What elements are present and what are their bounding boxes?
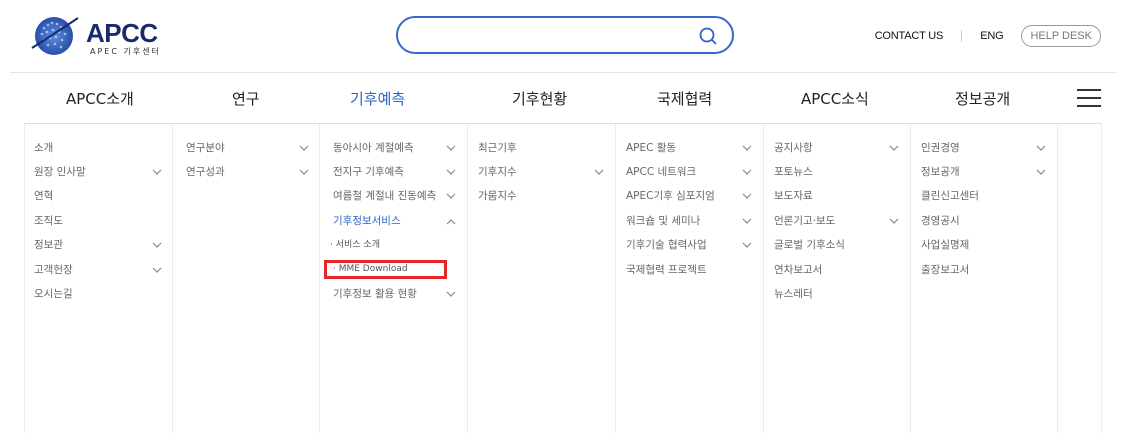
mega-menu: 소개 원장 인사말 연혁 조직도 정보관 고객헌장 오시는길 연구분야 연구성과… bbox=[24, 123, 1102, 433]
menu-item[interactable]: 포토뉴스 bbox=[774, 164, 813, 184]
nav-climate-forecast[interactable]: 기후예측 bbox=[350, 88, 405, 109]
nav-info-disclosure[interactable]: 정보공개 bbox=[955, 88, 1010, 109]
submenu-label: 서비스 소개 bbox=[335, 240, 380, 250]
menu-col-apcc-news: 공지사항 포토뉴스 보도자료 언론기고·보도 글로벌 기후소식 연차보고서 뉴스… bbox=[763, 124, 910, 433]
globe-logo-icon bbox=[31, 17, 79, 55]
menu-item[interactable]: 기후기술 협력사업 bbox=[626, 237, 707, 257]
chevron-down-icon[interactable] bbox=[1036, 169, 1046, 176]
menu-item[interactable]: 기후지수 bbox=[478, 164, 517, 184]
menu-item-climate-info-service[interactable]: 기후정보서비스 bbox=[333, 213, 401, 233]
main-nav: APCC소개 연구 기후예측 기후현황 국제협력 APCC소식 정보공개 bbox=[0, 73, 1127, 123]
menu-item[interactable]: 최근기후 bbox=[478, 140, 517, 160]
help-desk-button[interactable]: HELP DESK bbox=[1021, 25, 1101, 47]
menu-item[interactable]: 연구분야 bbox=[186, 140, 225, 160]
chevron-down-icon[interactable] bbox=[446, 169, 456, 176]
menu-item[interactable]: 정보공개 bbox=[921, 164, 960, 184]
nav-apcc-intro[interactable]: APCC소개 bbox=[66, 88, 134, 109]
menu-item[interactable]: 연구성과 bbox=[186, 164, 225, 184]
menu-item[interactable]: 워크숍 및 세미나 bbox=[626, 213, 700, 233]
header: APCC APEC 기후센터 CONTACT US ENG HELP DESK bbox=[0, 0, 1127, 72]
chevron-down-icon[interactable] bbox=[742, 218, 752, 225]
chevron-down-icon[interactable] bbox=[594, 169, 604, 176]
menu-item[interactable]: APEC기후 심포지엄 bbox=[626, 188, 715, 208]
menu-item[interactable]: 사업실명제 bbox=[921, 237, 969, 257]
utility-nav: CONTACT US ENG HELP DESK bbox=[875, 24, 1101, 48]
menu-col-empty bbox=[1057, 124, 1102, 433]
chevron-down-icon[interactable] bbox=[299, 145, 309, 152]
divider bbox=[961, 30, 963, 42]
menu-item[interactable]: 공지사항 bbox=[774, 140, 813, 160]
chevron-down-icon[interactable] bbox=[152, 267, 162, 274]
menu-item[interactable]: 인권경영 bbox=[921, 140, 960, 160]
menu-item[interactable]: 가뭄지수 bbox=[478, 188, 517, 208]
menu-item[interactable]: 연혁 bbox=[34, 188, 53, 208]
chevron-down-icon[interactable] bbox=[1036, 145, 1046, 152]
menu-col-climate-forecast: 동아시아 계절예측 전지구 기후예측 여름철 계절내 진동예측 기후정보서비스 … bbox=[319, 124, 467, 433]
nav-international[interactable]: 국제협력 bbox=[657, 88, 712, 109]
menu-item[interactable]: 언론기고·보도 bbox=[774, 213, 835, 233]
menu-item[interactable]: 연차보고서 bbox=[774, 262, 822, 282]
menu-item[interactable]: 글로벌 기후소식 bbox=[774, 237, 845, 257]
chevron-down-icon[interactable] bbox=[446, 291, 456, 298]
chevron-down-icon[interactable] bbox=[889, 145, 899, 152]
menu-item[interactable]: 출장보고서 bbox=[921, 262, 969, 282]
menu-item[interactable]: 오시는길 bbox=[34, 286, 73, 306]
menu-item[interactable]: 기후정보 활용 현황 bbox=[333, 286, 417, 306]
menu-item[interactable]: 고객헌장 bbox=[34, 262, 73, 282]
contact-us-link[interactable]: CONTACT US bbox=[875, 30, 944, 42]
menu-col-apcc-intro: 소개 원장 인사말 연혁 조직도 정보관 고객헌장 오시는길 bbox=[24, 124, 172, 433]
menu-item[interactable]: 조직도 bbox=[34, 213, 63, 233]
chevron-down-icon[interactable] bbox=[889, 218, 899, 225]
logo-brand: APCC bbox=[86, 18, 158, 48]
submenu-item-service-intro[interactable]: · 서비스 소개 bbox=[330, 237, 380, 250]
menu-item[interactable]: 소개 bbox=[34, 140, 53, 160]
menu-item[interactable]: 원장 인사말 bbox=[34, 164, 86, 184]
chevron-down-icon[interactable] bbox=[742, 145, 752, 152]
nav-climate-status[interactable]: 기후현황 bbox=[512, 88, 567, 109]
submenu-item-mme-download[interactable]: · MME Download bbox=[324, 260, 447, 279]
nav-apcc-news[interactable]: APCC소식 bbox=[801, 88, 869, 109]
menu-item[interactable]: 여름철 계절내 진동예측 bbox=[333, 188, 436, 208]
menu-item[interactable]: 정보관 bbox=[34, 237, 63, 257]
chevron-down-icon[interactable] bbox=[152, 169, 162, 176]
menu-col-climate-status: 최근기후 기후지수 가뭄지수 bbox=[467, 124, 615, 433]
chevron-up-icon[interactable] bbox=[446, 218, 456, 225]
chevron-down-icon[interactable] bbox=[742, 169, 752, 176]
menu-item[interactable]: 클린신고센터 bbox=[921, 188, 979, 208]
chevron-down-icon[interactable] bbox=[299, 169, 309, 176]
language-link[interactable]: ENG bbox=[980, 30, 1003, 42]
menu-item[interactable]: APEC 활동 bbox=[626, 140, 676, 160]
menu-item[interactable]: 국제협력 프로젝트 bbox=[626, 262, 707, 282]
menu-col-info-disclosure: 인권경영 정보공개 클린신고센터 경영공시 사업실명제 출장보고서 bbox=[910, 124, 1057, 433]
chevron-down-icon[interactable] bbox=[446, 193, 456, 200]
search-icon[interactable] bbox=[698, 26, 718, 46]
chevron-down-icon[interactable] bbox=[152, 242, 162, 249]
apcc-logo[interactable]: APCC APEC 기후센터 bbox=[30, 12, 170, 58]
chevron-down-icon[interactable] bbox=[742, 193, 752, 200]
menu-item[interactable]: 전지구 기후예측 bbox=[333, 164, 404, 184]
nav-research[interactable]: 연구 bbox=[232, 88, 260, 109]
menu-item[interactable]: 뉴스레터 bbox=[774, 286, 813, 306]
menu-col-research: 연구분야 연구성과 bbox=[172, 124, 319, 433]
search-box bbox=[396, 16, 734, 54]
menu-item[interactable]: 경영공시 bbox=[921, 213, 960, 233]
logo-subtitle: APEC 기후센터 bbox=[90, 47, 161, 56]
menu-item[interactable]: 동아시아 계절예측 bbox=[333, 140, 414, 160]
menu-icon[interactable] bbox=[1077, 89, 1101, 107]
menu-col-international: APEC 활동 APCC 네트워크 APEC기후 심포지엄 워크숍 및 세미나 … bbox=[615, 124, 763, 433]
search-input[interactable] bbox=[412, 25, 692, 45]
submenu-label: MME Download bbox=[338, 264, 408, 274]
chevron-down-icon[interactable] bbox=[742, 242, 752, 249]
chevron-down-icon[interactable] bbox=[446, 145, 456, 152]
menu-item[interactable]: 보도자료 bbox=[774, 188, 813, 208]
menu-item[interactable]: APCC 네트워크 bbox=[626, 164, 696, 184]
